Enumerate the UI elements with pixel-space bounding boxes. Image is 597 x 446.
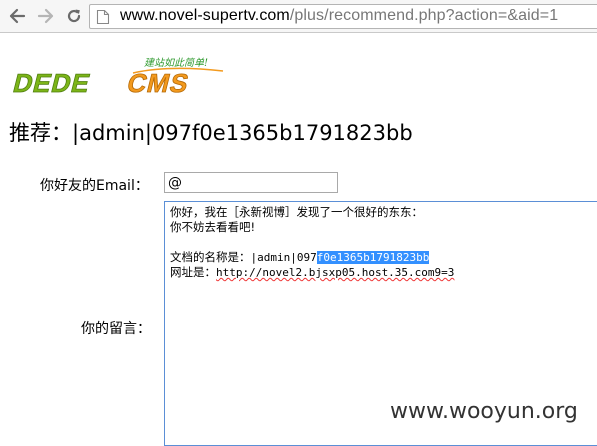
logo-slogan: 建站如此简单! (144, 57, 208, 69)
message-line-2: 你不妨去看看吧! (170, 220, 256, 234)
url-path: /plus/recommend.php?action=&aid=1 (289, 7, 559, 24)
url-prefix: 网址是： (170, 265, 216, 279)
message-doc-line: 文档的名称是：|admin|097f0e1365b1791823bb (170, 250, 597, 265)
message-url-line: 网址是：http://novel2.bjsxp05.host.35.com9=3 (170, 265, 597, 280)
watermark: www.wooyun.org (390, 399, 578, 424)
doc-name-selected: f0e1365b1791823bb (316, 251, 430, 264)
reload-icon (67, 9, 81, 23)
page-title: 推荐：|admin|097f0e1365b1791823bb (9, 121, 413, 145)
back-button[interactable] (6, 5, 28, 27)
doc-name-plain: |admin|097 (250, 251, 317, 264)
url-text: www.novel-supertv.com/plus/recommend.php… (120, 7, 558, 25)
message-line-1: 你好，我在［永新视博］发现了一个很好的东东： (170, 205, 423, 219)
forward-button[interactable] (35, 5, 57, 27)
message-url: http://novel2.bjsxp05.host.35.com9=3 (216, 266, 455, 279)
browser-toolbar: www.novel-supertv.com/plus/recommend.php… (0, 0, 597, 33)
forward-arrow-icon (37, 8, 54, 24)
page-icon (96, 9, 110, 25)
dedecms-logo: 建站如此简单! DEDE CMS (10, 57, 224, 97)
email-field[interactable] (164, 172, 338, 193)
email-label: 你好友的Email： (40, 178, 149, 194)
doc-name-prefix: 文档的名称是： (170, 250, 251, 264)
back-arrow-icon (9, 8, 26, 24)
message-label: 你的留言： (81, 321, 151, 337)
address-bar[interactable]: www.novel-supertv.com/plus/recommend.php… (89, 4, 597, 29)
url-host: www.novel-supertv.com (120, 7, 290, 24)
logo-dede: DEDE (10, 68, 94, 97)
reload-button[interactable] (63, 5, 85, 27)
